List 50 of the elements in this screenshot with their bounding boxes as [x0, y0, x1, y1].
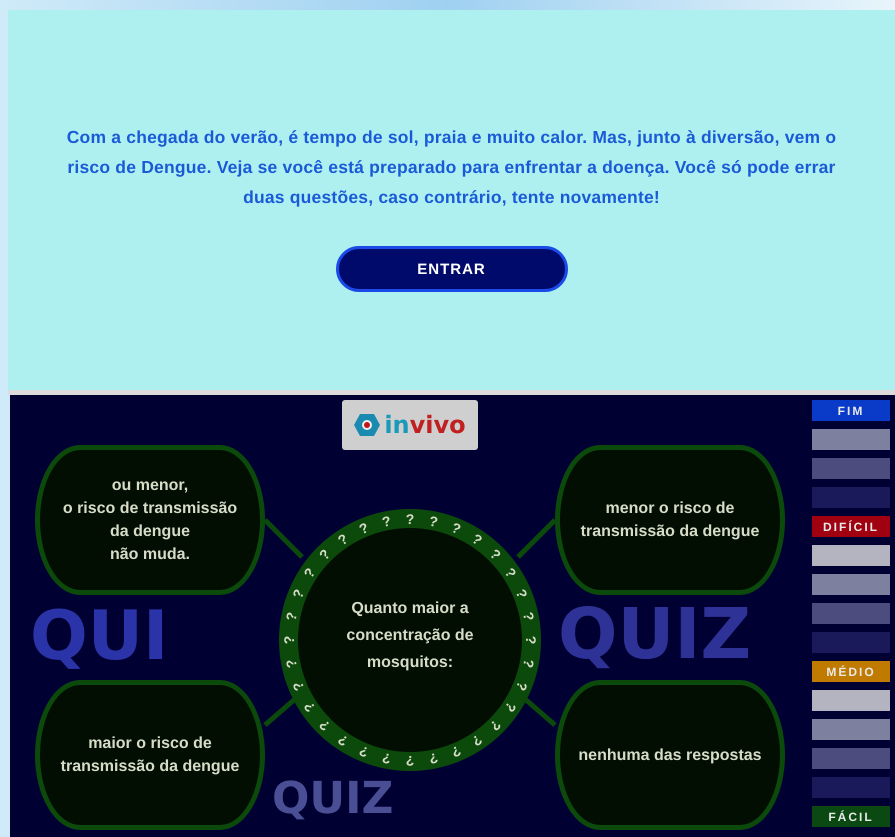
ring-mark: ?: [282, 610, 300, 622]
hexagon-icon: [354, 413, 380, 437]
level-label: DIFÍCIL: [812, 516, 890, 537]
ring-mark: ?: [428, 512, 440, 530]
ring-mark: ?: [300, 564, 318, 581]
ring-mark: ?: [520, 610, 538, 622]
ring-mark: ?: [512, 679, 531, 694]
ring-mark: ?: [356, 519, 371, 538]
background-word: QUI: [30, 603, 168, 671]
answer-option[interactable]: nenhuma das respostas: [555, 680, 785, 830]
ring-mark: ?: [356, 742, 371, 761]
level-label: FIM: [812, 400, 890, 421]
ring-mark: ?: [469, 530, 486, 548]
ring-mark: ?: [289, 586, 308, 601]
ring-mark: ?: [281, 636, 297, 644]
ring-mark: ?: [289, 679, 308, 694]
ring-mark: ?: [300, 699, 318, 716]
enter-button[interactable]: ENTRAR: [336, 246, 568, 292]
background-word: QUIZ: [272, 777, 394, 821]
ring-mark: ?: [380, 512, 392, 530]
ring-mark: ?: [523, 636, 539, 644]
ring-mark: ?: [449, 742, 464, 761]
ring-mark: ?: [520, 658, 538, 670]
answer-option[interactable]: menor o risco de transmissão da dengue: [555, 445, 785, 595]
ring-mark: ?: [334, 530, 351, 548]
ring-mark: ?: [406, 753, 414, 769]
logo-text: invivo: [384, 411, 466, 439]
answer-option[interactable]: ou menor, o risco de transmissão da dengue não muda.: [35, 445, 265, 595]
ring-mark: ?: [512, 586, 531, 601]
ring-mark: ?: [449, 519, 464, 538]
ring-mark: ?: [502, 699, 520, 716]
ring-mark: ?: [502, 564, 520, 581]
ring-mark: ?: [316, 716, 334, 734]
level-label: MÉDIO: [812, 661, 890, 682]
question-text: Quanto maior a concentração de mosquitos:: [345, 599, 475, 673]
intro-text: Com a chegada do verão, é tempo de sol, praia e muito calor. Mas, junto à diversão, vem o risco de Dengue. Veja se você está preparado para enfrentar a doença. Você só pode errar duas questões, caso contrário, tente novamente!: [66, 126, 838, 209]
ring-mark: ?: [380, 750, 392, 768]
ring-mark: ?: [316, 546, 334, 564]
ring-mark: ?: [428, 750, 440, 768]
ring-mark: ?: [334, 732, 351, 750]
level-label: FÁCIL: [812, 806, 890, 827]
ring-mark: ?: [486, 716, 504, 734]
connector-line: [263, 518, 304, 559]
answer-option[interactable]: maior o risco de transmissão da dengue: [35, 680, 265, 830]
ring-mark: ?: [469, 732, 486, 750]
connector-line: [516, 518, 557, 559]
ring-mark: ?: [406, 511, 414, 527]
ring-mark: ?: [486, 546, 504, 564]
ring-mark: ?: [282, 658, 300, 670]
background-word: QUIZ: [558, 599, 752, 669]
